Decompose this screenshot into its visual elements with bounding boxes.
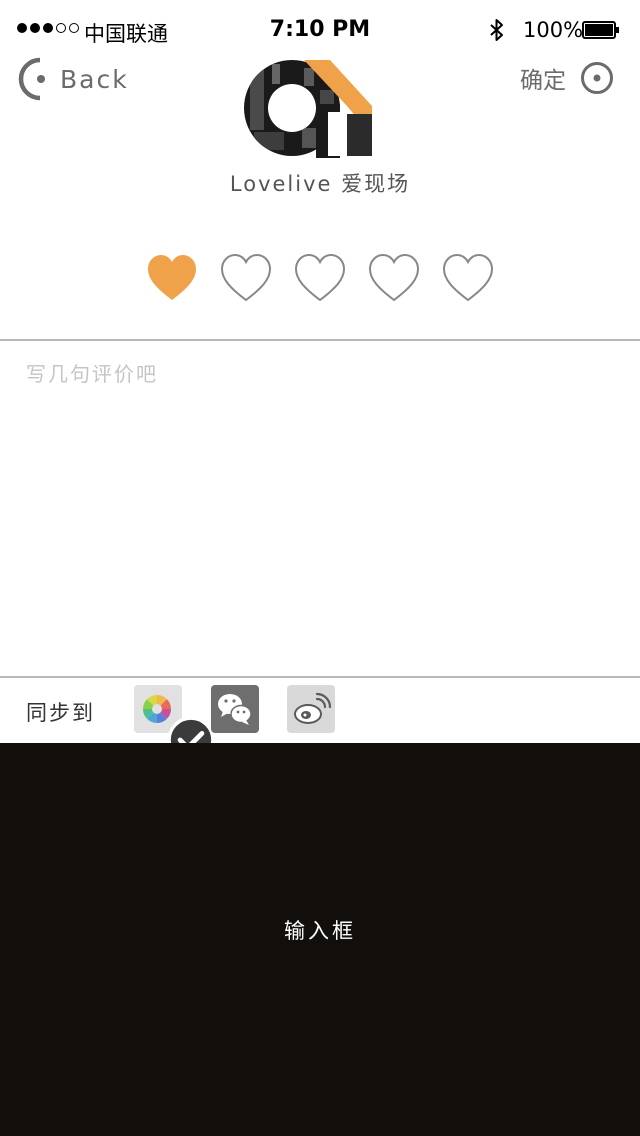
heart-rating-2[interactable] <box>219 252 273 304</box>
confirm-label: 确定 <box>520 68 566 94</box>
heart-rating-1[interactable] <box>145 252 199 304</box>
keyboard-label: 输入框 <box>284 919 356 943</box>
divider <box>0 339 640 341</box>
heart-rating-3[interactable] <box>293 252 347 304</box>
confirm-button[interactable]: 确定 <box>520 60 614 96</box>
heart-rating-5[interactable] <box>441 252 495 304</box>
heart-filled-icon <box>148 255 196 300</box>
keyboard-area[interactable]: 输入框 <box>0 743 640 1136</box>
brand-name: Lovelive 爱现场 <box>229 172 411 196</box>
weibo-icon <box>294 692 332 724</box>
lovelive-logo <box>244 60 372 158</box>
bluetooth-icon <box>490 19 503 41</box>
status-bar: 中国联通 7:10 PM 100% <box>0 0 640 46</box>
sync-label: 同步到 <box>26 701 95 725</box>
screen: 中国联通 7:10 PM 100% Back 确定 Lovelive 爱现场 写… <box>0 0 640 1136</box>
share-wechat-moments-button[interactable] <box>134 685 215 764</box>
divider <box>0 676 640 678</box>
battery-icon <box>582 21 619 39</box>
rating-hearts <box>145 252 515 304</box>
sync-row: 同步到 <box>0 679 640 764</box>
share-weibo-button[interactable] <box>287 685 335 733</box>
heart-outline-icon <box>368 253 420 302</box>
comment-input[interactable] <box>0 342 640 676</box>
wechat-icon <box>218 694 252 725</box>
back-button[interactable]: Back <box>18 56 129 102</box>
heart-outline-icon <box>442 253 494 302</box>
battery-percentage: 100% <box>523 18 584 42</box>
back-label: Back <box>60 64 129 94</box>
heart-rating-4[interactable] <box>367 252 421 304</box>
share-wechat-button[interactable] <box>211 685 259 733</box>
heart-outline-icon <box>220 253 272 302</box>
heart-outline-icon <box>294 253 346 302</box>
back-icon <box>18 57 45 101</box>
confirm-target-icon <box>581 62 613 94</box>
